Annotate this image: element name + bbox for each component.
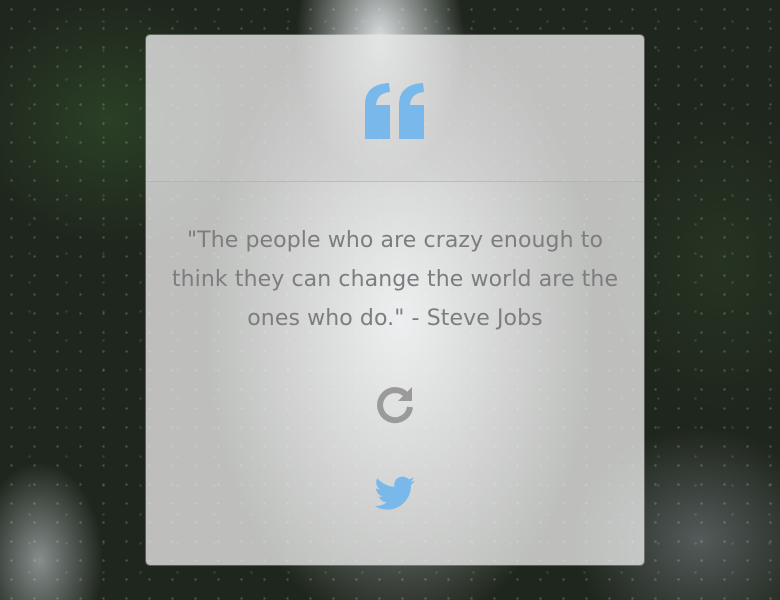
- refresh-icon: [377, 387, 413, 424]
- tweet-quote-button[interactable]: [374, 475, 416, 511]
- quote-text: "The people who are crazy enough to thin…: [171, 228, 619, 331]
- quote-left-icon: [363, 83, 427, 139]
- new-quote-button[interactable]: [374, 384, 416, 426]
- twitter-icon: [374, 476, 415, 510]
- quote-card: "The people who are crazy enough to thin…: [146, 35, 644, 565]
- card-header: [146, 35, 644, 182]
